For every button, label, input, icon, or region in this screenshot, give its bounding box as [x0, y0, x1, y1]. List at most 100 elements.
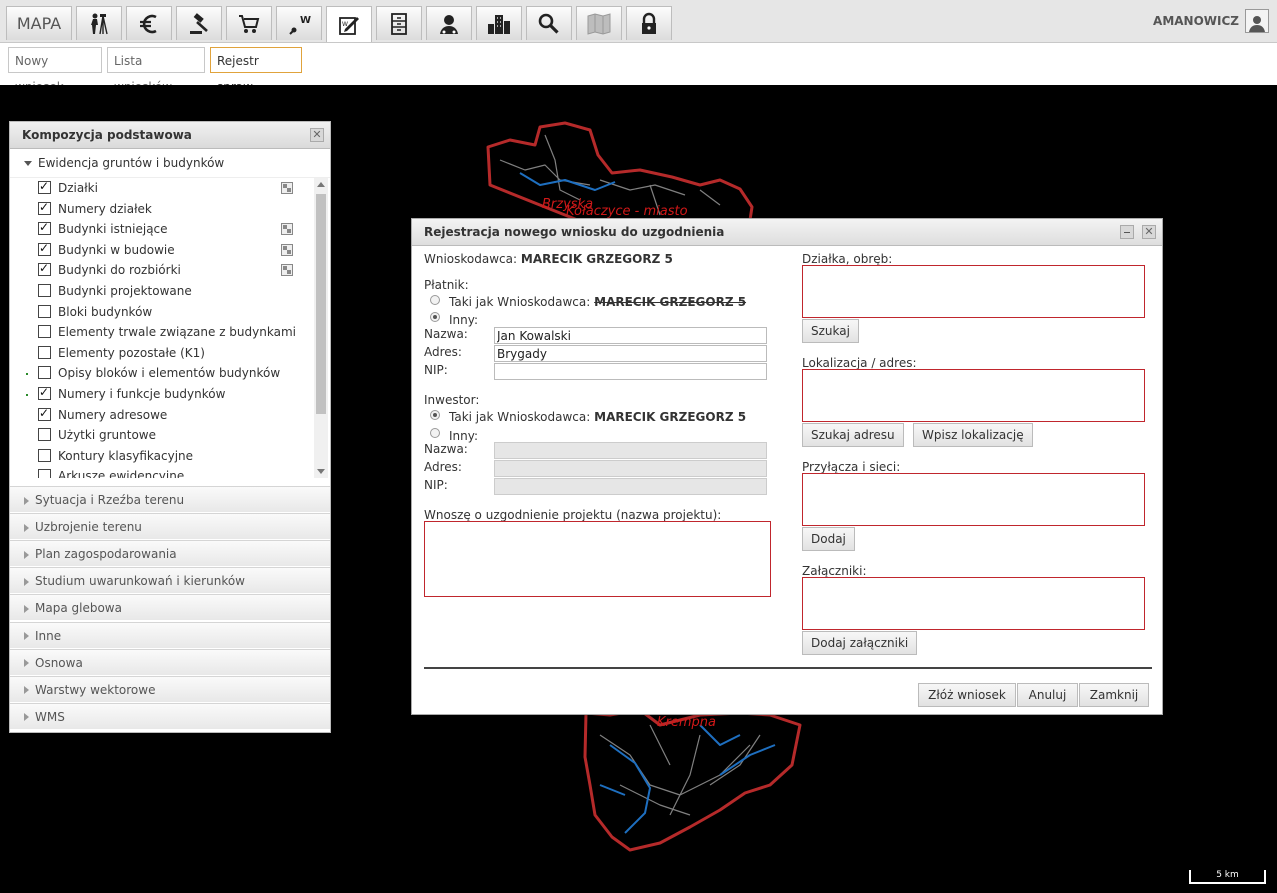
payer-name-input[interactable]: [494, 327, 767, 344]
attachments-box[interactable]: [802, 577, 1145, 630]
layer-item[interactable]: Budynki projektowane: [10, 281, 314, 302]
layer-item[interactable]: Działki: [10, 178, 314, 199]
cabinet-tool-button[interactable]: [376, 6, 422, 40]
legend-icon[interactable]: [281, 223, 293, 236]
project-name-textarea[interactable]: [424, 521, 771, 597]
add-attachments-button[interactable]: Dodaj załączniki: [802, 631, 918, 655]
layer-checkbox[interactable]: [38, 258, 51, 279]
scrollbar-thumb[interactable]: [316, 194, 326, 414]
layer-item[interactable]: Numery działek: [10, 197, 314, 220]
layer-checkbox[interactable]: [38, 428, 51, 442]
payer-address-input[interactable]: [494, 345, 767, 362]
search-tool-button[interactable]: [526, 6, 572, 40]
connections-box[interactable]: [802, 473, 1145, 526]
layer-checkbox[interactable]: [38, 178, 51, 197]
layer-checkbox[interactable]: [38, 325, 51, 339]
chevron-right-icon: [24, 604, 29, 613]
layer-group[interactable]: Inne: [10, 621, 330, 648]
layer-group-label: Inne: [35, 628, 62, 643]
payer-other-radio[interactable]: [430, 312, 440, 322]
legend-icon[interactable]: [281, 243, 293, 256]
legend-icon[interactable]: [281, 182, 293, 194]
buildings-tool-button[interactable]: [476, 6, 522, 40]
request-tool-button[interactable]: W: [326, 6, 372, 42]
layer-group[interactable]: Plan zagospodarowania: [10, 540, 330, 567]
cart-tool-button[interactable]: [226, 6, 272, 40]
location-box[interactable]: [802, 369, 1145, 422]
layer-item[interactable]: Numery adresowe: [10, 403, 314, 426]
payer-other-label: Inny:: [449, 313, 479, 327]
scroll-up-icon[interactable]: [317, 182, 325, 187]
investor-name-input: [494, 442, 767, 459]
layer-group-label: Osnowa: [35, 655, 83, 670]
layer-item[interactable]: Budynki istniejące: [10, 217, 314, 240]
layer-item[interactable]: Budynki w budowie: [10, 238, 314, 261]
layer-item[interactable]: Opisy bloków i elementów budynków: [10, 363, 314, 384]
lock-tool-button[interactable]: [626, 6, 672, 40]
map-label-krempna: Krempna: [657, 715, 716, 730]
layer-checkbox[interactable]: [38, 403, 51, 423]
sub-navigation: Nowy wniosek Lista wniosków Rejestr spra…: [0, 43, 1277, 94]
investor-same-radio[interactable]: [430, 410, 440, 420]
enter-location-button[interactable]: Wpisz lokalizację: [913, 423, 1033, 447]
layer-checkbox[interactable]: [38, 345, 51, 359]
user-avatar-icon[interactable]: [1245, 9, 1269, 33]
minimize-icon[interactable]: [1120, 225, 1134, 239]
layer-item[interactable]: Arkusze ewidencyjne: [10, 466, 314, 478]
scroll-down-icon[interactable]: [317, 469, 325, 474]
layer-item[interactable]: Bloki budynków: [10, 302, 314, 323]
layer-item[interactable]: Użytki gruntowe: [10, 425, 314, 446]
close-dialog-button[interactable]: Zamknij: [1079, 683, 1149, 707]
layer-checkbox[interactable]: [38, 382, 51, 403]
case-register-tab[interactable]: Rejestr spraw: [210, 47, 302, 94]
person-tool-button[interactable]: [426, 6, 472, 40]
layer-list[interactable]: Działki Numery działek Budynki istniejące B…: [10, 178, 314, 478]
close-icon[interactable]: ✕: [310, 128, 324, 142]
layer-item[interactable]: Elementy trwale związane z budynkami: [10, 322, 314, 343]
payer-nip-input[interactable]: [494, 363, 767, 380]
payer-same-radio[interactable]: [430, 295, 440, 305]
layer-group[interactable]: Warstwy wektorowe: [10, 675, 330, 702]
investor-other-radio[interactable]: [430, 428, 440, 438]
layer-checkbox[interactable]: [38, 304, 51, 318]
add-connection-button[interactable]: Dodaj: [802, 527, 855, 551]
layer-group-ewidencja[interactable]: Ewidencja gruntów i budynków: [10, 149, 330, 178]
layer-list-scrollbar[interactable]: [314, 178, 328, 478]
layer-checkbox[interactable]: [38, 366, 51, 380]
layer-checkbox[interactable]: [38, 197, 51, 217]
parcel-box[interactable]: [802, 265, 1145, 318]
pen-tool-button[interactable]: W: [276, 6, 322, 40]
user-menu[interactable]: AMANOWICZ: [1153, 9, 1269, 33]
law-tool-button[interactable]: [176, 6, 222, 40]
close-icon[interactable]: ✕: [1142, 225, 1156, 239]
layer-checkbox[interactable]: [38, 448, 51, 462]
cancel-button[interactable]: Anuluj: [1017, 683, 1078, 707]
layer-checkbox[interactable]: [38, 238, 51, 258]
layer-item[interactable]: Elementy pozostałe (K1): [10, 343, 314, 364]
request-list-tab[interactable]: Lista wniosków: [107, 47, 205, 94]
search-parcel-button[interactable]: Szukaj: [802, 319, 859, 343]
layer-group[interactable]: Osnowa: [10, 648, 330, 675]
map-book-tool-button[interactable]: [576, 6, 622, 40]
layer-group[interactable]: Sytuacja i Rzeźba terenu: [10, 486, 330, 512]
layer-group[interactable]: WMS: [10, 702, 330, 729]
layer-group-label: Uzbrojenie terenu: [35, 520, 142, 535]
cabinet-icon: [391, 12, 407, 35]
finance-tool-button[interactable]: [126, 6, 172, 40]
submit-request-button[interactable]: Złóż wniosek: [918, 683, 1016, 707]
legend-icon[interactable]: [281, 264, 293, 277]
layer-checkbox[interactable]: [38, 217, 51, 238]
search-address-button[interactable]: Szukaj adresu: [802, 423, 904, 447]
layer-checkbox[interactable]: [38, 283, 51, 297]
layer-group-label: Plan zagospodarowania: [35, 547, 177, 562]
layer-checkbox[interactable]: [38, 469, 51, 478]
layer-item[interactable]: Kontury klasyfikacyjne: [10, 446, 314, 467]
layer-item[interactable]: Numery i funkcje budynków: [10, 382, 314, 405]
layer-group[interactable]: Mapa glebowa: [10, 594, 330, 621]
new-request-tab[interactable]: Nowy wniosek: [8, 47, 102, 94]
layer-group[interactable]: Uzbrojenie terenu: [10, 513, 330, 540]
layer-group[interactable]: Studium uwarunkowań i kierunków: [10, 567, 330, 594]
layer-item[interactable]: Budynki do rozbiórki: [10, 258, 314, 281]
mapa-button[interactable]: MAPA: [6, 6, 72, 40]
survey-tool-button[interactable]: [76, 6, 122, 40]
